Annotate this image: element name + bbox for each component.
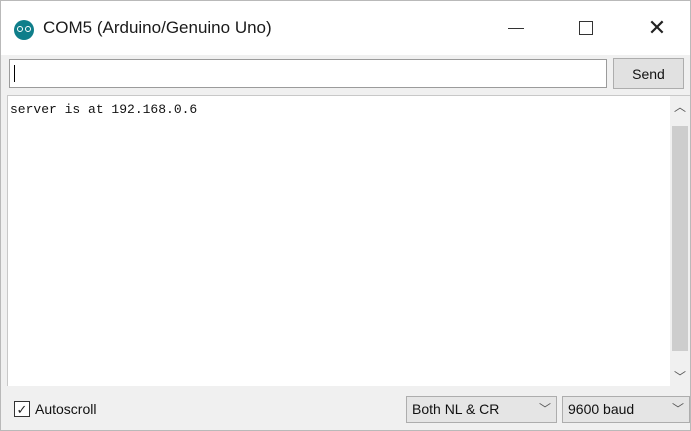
status-bar: ✓ Autoscroll Both NL & CR ﹀ 9600 baud ﹀ [1, 387, 690, 430]
autoscroll-checkbox[interactable]: ✓ [14, 401, 30, 417]
input-row: Send [1, 55, 690, 95]
send-button[interactable]: Send [613, 58, 684, 89]
maximize-icon [579, 21, 593, 35]
serial-output[interactable]: server is at 192.168.0.6 ︿ ﹀ [7, 95, 690, 386]
chevron-down-icon: ﹀ [671, 402, 684, 416]
scroll-up-button[interactable]: ︿ [670, 96, 690, 116]
window-title: COM5 (Arduino/Genuino Uno) [43, 18, 272, 37]
scrollbar-thumb[interactable] [672, 126, 688, 351]
serial-monitor-window: COM5 (Arduino/Genuino Uno) ✕ Send server… [0, 0, 691, 431]
baud-rate-select[interactable]: 9600 baud ﹀ [562, 396, 690, 423]
chevron-down-icon: ﹀ [538, 402, 551, 416]
minimize-icon [508, 27, 524, 29]
baud-rate-value: 9600 baud [568, 401, 635, 417]
scroll-down-button[interactable]: ﹀ [670, 366, 690, 386]
chevron-up-icon: ︿ [673, 99, 686, 114]
chevron-down-icon: ﹀ [673, 369, 686, 384]
close-icon: ✕ [647, 15, 667, 40]
vertical-scrollbar[interactable]: ︿ ﹀ [670, 96, 690, 386]
minimize-button[interactable] [488, 1, 544, 55]
output-line: server is at 192.168.0.6 [10, 102, 198, 117]
autoscroll-label[interactable]: Autoscroll [35, 401, 96, 417]
checkmark-icon: ✓ [16, 401, 28, 417]
arduino-icon [14, 20, 34, 40]
line-ending-select[interactable]: Both NL & CR ﹀ [406, 396, 557, 423]
title-bar[interactable]: COM5 (Arduino/Genuino Uno) ✕ [1, 1, 690, 55]
close-button[interactable]: ✕ [629, 1, 685, 55]
line-ending-value: Both NL & CR [412, 401, 500, 417]
maximize-button[interactable] [558, 1, 614, 55]
text-caret [14, 65, 15, 82]
serial-input[interactable] [9, 59, 607, 88]
